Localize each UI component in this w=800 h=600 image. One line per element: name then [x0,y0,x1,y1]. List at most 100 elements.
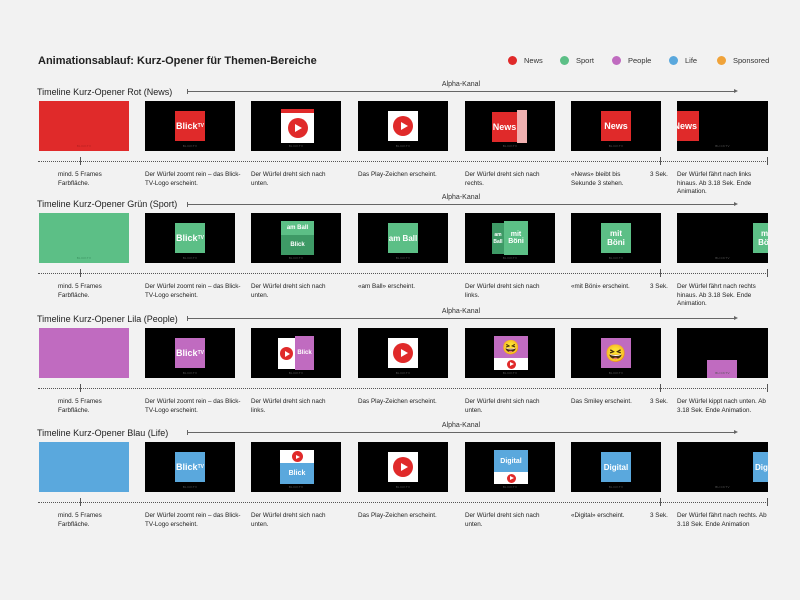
news-logo-exit: News [677,111,699,141]
caption: «mit Böni» erscheint. [571,283,630,290]
watermark: BLICKTV [182,485,198,489]
caption: mind. 5 Frames Farbfläche. [58,512,102,528]
timeline-section-news: Timeline Kurz-Opener Rot (News) Alpha-Ka… [0,81,800,197]
tick [767,157,768,165]
cube-icon: am Ball Blick [278,221,314,255]
play-icon [388,111,418,141]
tick [660,157,661,165]
watermark: BLICKTV [395,371,411,375]
blick-tv-logo-icon: Blick TV [175,338,205,368]
frame-cube-digital: Digital BLICKTV [465,442,555,492]
timeline-line [38,388,768,389]
seconds-label: 3 Sek. [650,283,668,290]
caption: Das Smiley erscheint. [571,398,632,405]
frame-color-field: BLICKTV [39,213,129,263]
caption: Der Würfel zoomt rein – das Blick-TV-Log… [145,283,241,299]
cube-digital-icon: Digital [492,450,528,484]
alpha-arrow-icon [187,316,738,321]
alpha-channel-indicator: Alpha-Kanal [187,194,738,207]
cube-icon: Blick [278,336,314,370]
news-dot-icon [508,56,517,65]
frame-blick-logo: Blick TV BLICKTV [145,101,235,151]
watermark: BLICKTV [288,144,304,148]
smiley-exit-icon [707,360,737,378]
watermark: BLICKTV [395,485,411,489]
frame-play: BLICKTV [358,442,448,492]
smiley-icon: 😆 [601,338,631,368]
caption: Der Würfel dreht sich nach unten. [465,398,540,414]
caption: Der Würfel dreht sich nach unten. [251,512,326,528]
cube-sport-icon: am Ball mit Böni [492,221,528,255]
news-logo: News [601,111,631,141]
watermark: BLICKTV [715,371,730,375]
caption: Der Würfel kippt nach unten. Ab 3.18 Sek… [677,398,766,414]
frame-color-field: BLICKTV [39,101,129,151]
frame-exit: mit Böni BLICKTV [677,213,768,263]
cube-icon [278,109,314,143]
caption: Das Play-Zeichen erscheint. [358,171,437,178]
frame-color-field [39,328,129,378]
watermark: BLICKTV [715,256,730,260]
legend-label: Life [685,56,698,65]
frame-digital: Digital BLICKTV [571,442,661,492]
watermark: BLICKTV [182,144,198,148]
mit-boeni-logo-exit: mit Böni [753,223,768,253]
watermark: BLICKTV [608,256,624,260]
legend-item-news: News [508,56,543,65]
caption: «Digital» erscheint. [571,512,625,519]
legend-label: Sponsored [733,56,770,65]
frame-exit: Digital BLICKTV [677,442,768,492]
watermark: BLICKTV [608,371,624,375]
frame-cube-sport: am Ball mit Böni BLICKTV [465,213,555,263]
digital-logo: Digital [601,452,631,482]
seconds-label: 3 Sek. [650,398,668,405]
frame-color-field [39,442,129,492]
frame-cube-smiley: 😆 BLICKTV [465,328,555,378]
caption: Der Würfel zoomt rein – das Blick-TV-Log… [145,512,241,528]
frame-news: News BLICKTV [571,101,661,151]
tick [767,498,768,506]
frame-blick-logo: Blick TV BLICKTV [145,442,235,492]
legend-item-sponsored: Sponsored [717,56,769,65]
watermark: BLICKTV [395,144,411,148]
timeline-line [38,502,768,503]
watermark: BLICKTV [288,485,304,489]
caption: mind. 5 Frames Farbfläche. [58,398,102,414]
watermark: BLICKTV [608,485,624,489]
frame-blick-logo: Blick TV BLICKTV [145,213,235,263]
timeline-line [38,273,768,274]
tick [80,157,81,165]
caption: Der Würfel dreht sich nach rechts. [465,171,540,187]
legend-label: Sport [576,56,594,65]
timeline-line [38,161,768,162]
cube-icon: Blick [278,450,314,484]
alpha-channel-indicator: Alpha-Kanal [187,308,738,321]
frame-play: BLICKTV [358,328,448,378]
alpha-label: Alpha-Kanal [441,194,481,201]
caption: mind. 5 Frames Farbfläche. [58,283,102,299]
section-title: Timeline Kurz-Opener Grün (Sport) [37,199,178,209]
frame-cube-rotate: BLICKTV [251,101,341,151]
seconds-label: 3 Sek. [650,512,668,519]
cube-news-icon: News [492,109,528,143]
caption: Der Würfel dreht sich nach links. [465,283,540,299]
watermark: BLICKTV [395,256,411,260]
people-dot-icon [612,56,621,65]
alpha-label: Alpha-Kanal [441,422,481,429]
alpha-arrow-icon [187,202,738,207]
tick [660,498,661,506]
watermark: BLICKTV [715,144,730,148]
blick-tv-logo-icon: Blick TV [175,223,205,253]
sport-dot-icon [560,56,569,65]
frame-cube-news: News BLICKTV [465,101,555,151]
caption: Der Würfel zoomt rein – das Blick-TV-Log… [145,398,241,414]
alpha-channel-indicator: Alpha-Kanal [187,422,738,435]
alpha-label: Alpha-Kanal [441,308,481,315]
section-title: Timeline Kurz-Opener Lila (People) [37,314,178,324]
tick [80,384,81,392]
frame-cube-rotate: am Ball Blick BLICKTV [251,213,341,263]
alpha-channel-indicator: Alpha-Kanal [187,81,738,94]
watermark: BLICKTV [502,485,518,489]
caption: mind. 5 Frames Farbfläche. [58,171,102,187]
legend-label: People [628,56,652,65]
